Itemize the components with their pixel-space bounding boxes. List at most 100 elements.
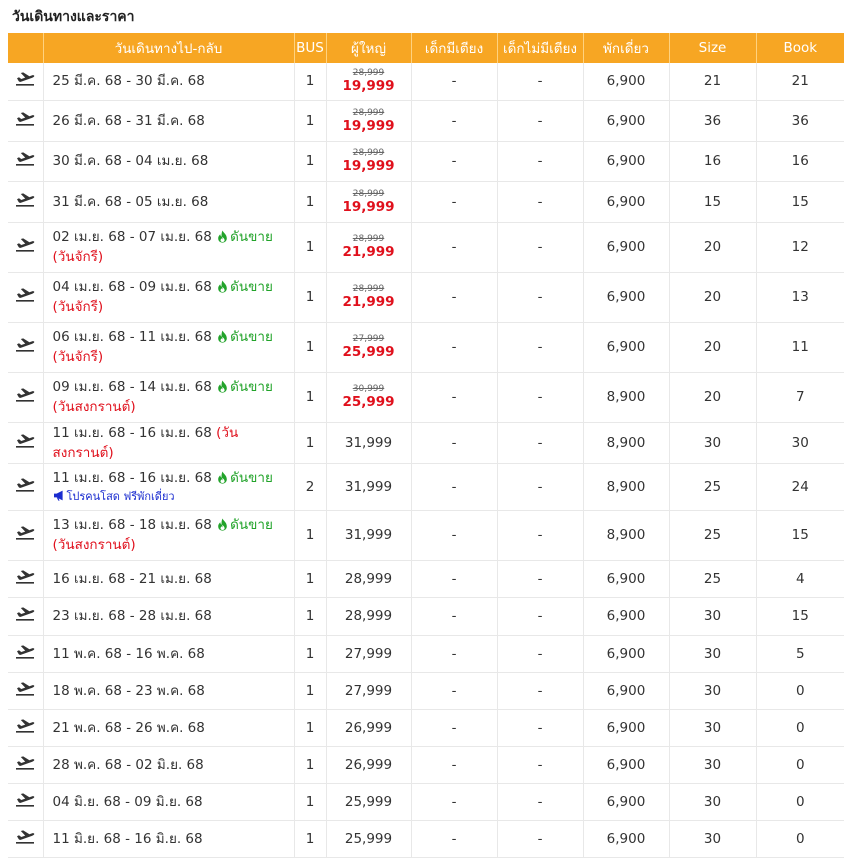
booked-count: 0: [755, 820, 844, 858]
flight-icon-cell: [8, 783, 43, 821]
table-row[interactable]: 18 พ.ค. 68 - 23 พ.ค. 68 1 27,999- -6,900 30 0: [8, 672, 844, 710]
child-bed-price: -: [410, 422, 497, 464]
travel-dates: 23 เม.ย. 68 - 28 เม.ย. 68: [52, 608, 212, 624]
table-row[interactable]: 25 มี.ค. 68 - 30 มี.ค. 68 1 28,999 19,999- -…: [8, 63, 844, 101]
old-price: 30,999: [352, 384, 385, 394]
header-child-nobed: เด็กไม่มีเตียง: [496, 33, 583, 63]
adult-price-cell: 28,999 19,999: [325, 181, 411, 223]
child-nobed-price: -: [496, 322, 583, 373]
table-row[interactable]: 31 มี.ค. 68 - 05 เม.ย. 68 1 28,999 19,999- -…: [8, 181, 844, 223]
bus-count: 1: [293, 672, 326, 710]
plane-icon: [15, 152, 35, 170]
travel-dates: 26 มี.ค. 68 - 31 มี.ค. 68: [52, 112, 205, 129]
fire-icon: [216, 279, 230, 295]
section-title: วันเดินทางและราคา: [12, 9, 135, 25]
header-book: Book: [755, 33, 844, 63]
child-bed-price: -: [410, 635, 497, 673]
bus-count: 1: [293, 63, 326, 101]
table-row[interactable]: 21 พ.ค. 68 - 26 พ.ค. 68 1 26,999- -6,900 30 0: [8, 709, 844, 747]
hot-sale-tag: ดันขาย: [230, 517, 273, 533]
child-nobed-price: -: [496, 820, 583, 858]
adult-price-cell: 31,999: [325, 463, 411, 511]
bus-count: 1: [293, 372, 326, 423]
group-size: 30: [668, 783, 756, 821]
travel-dates-cell: 06 เม.ย. 68 - 11 เม.ย. 68 ดันขาย (วันจัก…: [42, 322, 294, 373]
travel-dates-cell: 11 มิ.ย. 68 - 16 มิ.ย. 68: [42, 820, 294, 858]
table-row[interactable]: 11 เม.ย. 68 - 16 เม.ย. 68 ดันขาย โปรคนโสด…: [8, 463, 844, 511]
old-price: 27,999: [352, 334, 385, 344]
travel-dates-cell: 13 เม.ย. 68 - 18 เม.ย. 68 ดันขาย (วันสงก…: [42, 510, 294, 561]
travel-dates-cell: 18 พ.ค. 68 - 23 พ.ค. 68: [42, 672, 294, 710]
holiday-label: (วันจักรี): [52, 249, 104, 265]
child-nobed-price: -: [496, 746, 583, 784]
header-single: พักเดี่ยว: [582, 33, 669, 63]
group-size: 30: [668, 709, 756, 747]
table-row[interactable]: 28 พ.ค. 68 - 02 มิ.ย. 68 1 26,999- -6,900 30…: [8, 746, 844, 784]
plane-icon: [15, 192, 35, 211]
child-bed-price: -: [410, 560, 497, 598]
table-row[interactable]: 09 เม.ย. 68 - 14 เม.ย. 68 ดันขาย (วันสงก…: [8, 372, 844, 423]
table-row[interactable]: 11 มิ.ย. 68 - 16 มิ.ย. 68 1 25,999- -6,900 3…: [8, 820, 844, 858]
table-row[interactable]: 02 เม.ย. 68 - 07 เม.ย. 68 ดันขาย (วันจัก…: [8, 222, 844, 273]
adult-price-cell: 26,999: [325, 709, 411, 747]
single-supplement: 6,900: [582, 141, 669, 182]
flight-icon-cell: [8, 463, 43, 511]
table-row[interactable]: 13 เม.ย. 68 - 18 เม.ย. 68 ดันขาย (วันสงก…: [8, 510, 844, 561]
adult-price-cell: 31,999: [325, 510, 411, 561]
group-size: 25: [668, 560, 756, 598]
booked-count: 0: [755, 672, 844, 710]
old-price: 28,999: [352, 284, 385, 294]
single-supplement: 6,900: [582, 820, 669, 858]
departure-price-panel: วันเดินทางและราคา วันเดินทางไป-กลับ BUS …: [0, 0, 845, 859]
group-size: 30: [668, 672, 756, 710]
fire-icon: [216, 329, 230, 345]
booked-count: 30: [755, 422, 844, 464]
old-price: 28,999: [352, 148, 385, 158]
header-dates: วันเดินทางไป-กลับ: [42, 33, 294, 63]
booked-count: 16: [755, 141, 844, 182]
table-row[interactable]: 04 เม.ย. 68 - 09 เม.ย. 68 ดันขาย (วันจัก…: [8, 272, 844, 323]
child-nobed-price: -: [496, 141, 583, 182]
old-price: 28,999: [352, 188, 385, 199]
plane-icon: [15, 288, 35, 306]
travel-dates-cell: 11 เม.ย. 68 - 16 เม.ย. 68 (วันสงกรานต์): [42, 422, 294, 464]
travel-dates: 09 เม.ย. 68 - 14 เม.ย. 68: [52, 379, 212, 395]
child-nobed-price: -: [496, 100, 583, 142]
sale-price: 25,999: [342, 394, 395, 410]
table-row[interactable]: 30 มี.ค. 68 - 04 เม.ย. 68 1 28,999 19,999- -…: [8, 141, 844, 182]
single-supplement: 6,900: [582, 181, 669, 223]
table-row[interactable]: 06 เม.ย. 68 - 11 เม.ย. 68 ดันขาย (วันจัก…: [8, 322, 844, 373]
booked-count: 0: [755, 746, 844, 784]
single-supplement: 6,900: [582, 783, 669, 821]
group-size: 16: [668, 141, 756, 182]
booked-count: 13: [755, 272, 844, 323]
header-bus: BUS: [293, 33, 326, 63]
table-row[interactable]: 04 มิ.ย. 68 - 09 มิ.ย. 68 1 25,999- -6,900 3…: [8, 783, 844, 821]
travel-dates: 30 มี.ค. 68 - 04 เม.ย. 68: [52, 153, 209, 169]
adult-price: 27,999: [344, 645, 393, 662]
flight-icon-cell: [8, 422, 43, 464]
travel-dates: 13 เม.ย. 68 - 18 เม.ย. 68: [52, 517, 212, 533]
table-row[interactable]: 11 พ.ค. 68 - 16 พ.ค. 68 1 27,999- -6,900 30 5: [8, 635, 844, 673]
flight-icon-cell: [8, 672, 43, 710]
booked-count: 0: [755, 783, 844, 821]
bus-count: 1: [293, 820, 326, 858]
booked-count: 24: [755, 463, 844, 511]
table-row[interactable]: 23 เม.ย. 68 - 28 เม.ย. 68 1 28,999- -6,900 3…: [8, 597, 844, 636]
plane-icon: [15, 829, 35, 848]
booked-count: 12: [755, 222, 844, 273]
table-row[interactable]: 11 เม.ย. 68 - 16 เม.ย. 68 (วันสงกรานต์) 1…: [8, 422, 844, 464]
table-row[interactable]: 26 มี.ค. 68 - 31 มี.ค. 68 1 28,999 19,999- -…: [8, 100, 844, 142]
flight-icon-cell: [8, 100, 43, 142]
adult-price: 28,999: [344, 608, 393, 624]
table-row[interactable]: 16 เม.ย. 68 - 21 เม.ย. 68 1 28,999- -6,900 2…: [8, 560, 844, 598]
header-child-bed: เด็กมีเตียง: [410, 33, 497, 63]
booked-count: 5: [755, 635, 844, 673]
travel-dates: 16 เม.ย. 68 - 21 เม.ย. 68: [52, 570, 212, 587]
group-size: 25: [668, 510, 756, 561]
bus-count: 1: [293, 422, 326, 464]
bus-count: 2: [293, 463, 326, 511]
travel-dates: 31 มี.ค. 68 - 05 เม.ย. 68: [52, 193, 209, 210]
child-nobed-price: -: [496, 463, 583, 511]
flight-icon-cell: [8, 181, 43, 223]
